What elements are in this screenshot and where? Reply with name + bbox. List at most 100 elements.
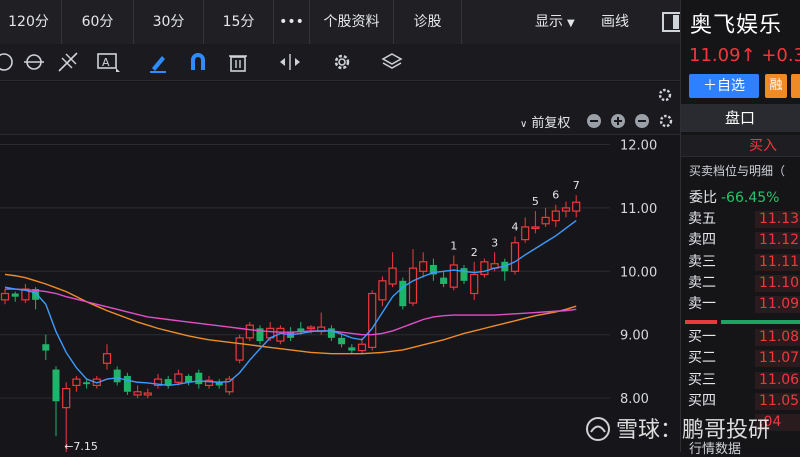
text-annotation-icon[interactable]: A (96, 50, 120, 74)
candle-body (133, 391, 142, 396)
cycle-tool-icon[interactable] (22, 50, 46, 74)
candle-body (480, 261, 489, 276)
candle-body (388, 267, 397, 285)
candle-body (62, 388, 71, 409)
level-price: 11.08 (759, 329, 800, 345)
snowball-logo-icon (586, 417, 610, 441)
chevron-down-icon: ▼ (567, 18, 575, 29)
candle-body (551, 210, 560, 222)
stock-price-change: 11.09↑ +0.3 (689, 45, 800, 66)
candle-body (11, 293, 19, 297)
level-price: 11.05 (759, 393, 800, 409)
sell-level-1[interactable]: 卖一 11.09 (681, 294, 800, 315)
candle-body (408, 267, 418, 304)
sell-level-5[interactable]: 卖五 11.13 (681, 209, 800, 230)
fuquan-label: 前复权 (531, 116, 571, 131)
buy-ratio (721, 320, 800, 324)
level-label: 卖二 (688, 275, 716, 291)
count-label: 2 (471, 246, 478, 259)
layers-icon[interactable] (380, 50, 404, 74)
chart-settings-icon[interactable] (657, 112, 675, 134)
low-price-annotation: ←7.15 (64, 440, 98, 452)
tab-30min[interactable]: 30分 (134, 0, 204, 44)
add-watchlist-button[interactable]: ＋自选 (689, 74, 759, 98)
svg-text:A: A (102, 56, 110, 69)
candle-body (460, 268, 468, 281)
trash-icon[interactable] (226, 50, 250, 74)
level-label: 卖三 (688, 254, 716, 270)
fibonacci-tool-icon[interactable] (56, 50, 80, 74)
tab-60min[interactable]: 60分 (62, 0, 134, 44)
level-price: 11.12 (759, 232, 800, 248)
tab-15min[interactable]: 15分 (204, 0, 274, 44)
kline-chart-svg: 12.00 11.00 10.00 9.00 8.00 1 23 45 6 7 ←7.15 (0, 139, 657, 453)
y-axis-label: 12.00 (620, 139, 657, 154)
zoom-in-icon[interactable] (610, 113, 626, 133)
settings-gear-icon[interactable] (656, 86, 674, 108)
kline-chart[interactable]: 12.00 11.00 10.00 9.00 8.00 1 2 3 4 5 6 7 ←7.15 (0, 135, 680, 453)
more-periods-button[interactable]: ••• (274, 0, 310, 44)
count-label: 1 (450, 239, 457, 252)
candle-body (561, 207, 571, 212)
buy-level-4[interactable]: 买四 11.05 (681, 391, 800, 412)
candle-body (42, 344, 50, 351)
candle-body (245, 324, 254, 339)
gear-icon[interactable] (330, 50, 354, 74)
sell-level-3[interactable]: 卖三 11.11 (681, 252, 800, 273)
level-label: 买三 (688, 372, 716, 388)
level-price: 11.13 (759, 211, 800, 227)
buy-in-button[interactable]: 买入 (681, 135, 800, 157)
candle-body (195, 372, 203, 385)
count-label: 3 (491, 236, 498, 249)
candle-body (348, 347, 356, 351)
magnet-icon[interactable] (186, 50, 210, 74)
circle-tool-icon[interactable] (0, 50, 24, 74)
stock-name: 奥飞娱乐 (690, 13, 783, 38)
candle-body (52, 369, 60, 402)
tab-pankou[interactable]: 盘口 (681, 104, 800, 132)
sell-ratio (685, 320, 717, 324)
buy-level-3[interactable]: 买三 11.06 (681, 370, 800, 391)
tab-diagnosis[interactable]: 诊股 (394, 0, 462, 44)
buy-level-1[interactable]: 买一 11.08 (681, 327, 800, 348)
candle-body (541, 216, 550, 225)
weibi-label: 委比 (689, 190, 717, 206)
zoom-out-icon[interactable] (586, 113, 602, 133)
draw-line-button[interactable]: 画线 (595, 0, 661, 44)
weibi-value: -66.45% (721, 190, 780, 206)
candle-body (572, 201, 581, 212)
candle-body (72, 378, 81, 387)
pen-icon[interactable] (146, 50, 170, 74)
reset-icon[interactable] (634, 113, 650, 133)
y-axis-label: 11.00 (620, 202, 657, 217)
margin-button-secondary[interactable] (791, 74, 800, 98)
count-label: 6 (552, 189, 559, 202)
level-price: 11.06 (759, 372, 800, 388)
fuquan-selector[interactable]: ∨ 前复权 (520, 112, 570, 131)
count-label: 4 (512, 220, 519, 233)
candle-body (440, 277, 448, 284)
margin-button[interactable]: 融 (765, 74, 787, 98)
candle-body (399, 280, 407, 307)
candle-body (368, 292, 377, 348)
candle-body (531, 226, 540, 230)
split-view-icon[interactable] (278, 50, 302, 74)
quote-side-panel: 奥飞娱乐 11.09↑ +0.3 ＋自选 融 盘口 买入 买卖档位与明细（ 委比… (680, 0, 800, 457)
tab-120min[interactable]: 120分 (0, 0, 62, 44)
tab-stock-profile[interactable]: 个股资料 (310, 0, 394, 44)
level-label: 买四 (688, 393, 716, 409)
watermark-text: 雪球：鹏哥投研 (616, 418, 771, 443)
candle-body (113, 369, 121, 383)
y-axis-label: 9.00 (620, 329, 649, 344)
sell-level-2[interactable]: 卖二 11.10 (681, 273, 800, 294)
candle-body (521, 226, 530, 241)
buy-sell-ratio-bar (685, 320, 800, 324)
candle-body (419, 261, 428, 272)
display-menu[interactable]: 显示 ▼ (520, 0, 595, 44)
buy-level-2[interactable]: 买二 11.07 (681, 348, 800, 369)
chart-header-bar: ∨ 前复权 (0, 108, 680, 135)
candle-body (327, 328, 335, 338)
sell-level-4[interactable]: 卖四 11.12 (681, 230, 800, 251)
level-label: 卖四 (688, 232, 716, 248)
level-label: 买一 (688, 329, 716, 345)
